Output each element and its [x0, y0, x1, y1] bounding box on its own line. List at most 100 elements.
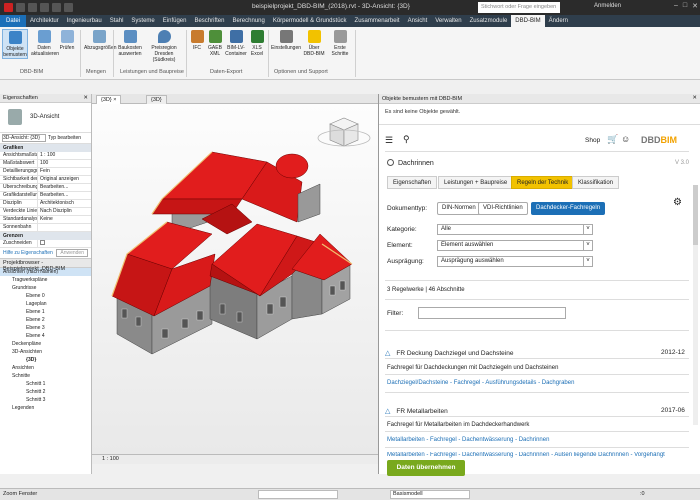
- tab-dbd-bim[interactable]: DBD-BIM: [511, 15, 545, 27]
- minimize-icon[interactable]: –: [674, 2, 678, 10]
- property-row[interactable]: Sonnenbahn: [0, 224, 91, 232]
- view-scale[interactable]: 1 : 100: [102, 456, 119, 462]
- close-icon[interactable]: ✕: [83, 95, 88, 101]
- quick-access-toolbar[interactable]: [0, 3, 73, 12]
- tab-beschriften[interactable]: Beschriften: [190, 15, 228, 27]
- property-row[interactable]: Verdeckte Linien Nach Disziplin: [0, 208, 91, 216]
- tab-stahl[interactable]: Stahl: [106, 15, 128, 27]
- tab-klassifikation[interactable]: Klassifikation: [572, 176, 620, 189]
- tab-koerpermodell[interactable]: Körpermodell & Grundstück: [269, 15, 351, 27]
- tree-item[interactable]: Ebene 3: [0, 324, 91, 332]
- design-option-select[interactable]: Basismodell: [390, 490, 470, 499]
- kategorie-select[interactable]: Alle ˅: [437, 224, 593, 235]
- view-cube[interactable]: [317, 117, 371, 147]
- tree-item[interactable]: Schnitt 1: [0, 380, 91, 388]
- property-value[interactable]: Fein: [38, 168, 91, 175]
- property-row[interactable]: Disziplin Architektonisch: [0, 200, 91, 208]
- app-menu-icon[interactable]: [4, 3, 13, 12]
- property-value[interactable]: Architektonisch: [38, 200, 91, 207]
- preisregion-button[interactable]: Preisregion Dresden (Südkreis): [146, 29, 182, 63]
- tree-item[interactable]: Lageplan: [0, 300, 91, 308]
- vdi-richtlinien-button[interactable]: VDI-Richtlinien: [478, 202, 528, 215]
- property-value[interactable]: Nach Disziplin: [38, 208, 91, 215]
- element-select[interactable]: Element auswählen ˅: [437, 240, 593, 251]
- section-bounds[interactable]: Grenzen: [0, 232, 91, 240]
- apply-button[interactable]: Anwenden: [56, 249, 88, 257]
- einstellungen-button[interactable]: Einstellungen: [271, 29, 301, 51]
- rule-section[interactable]: △ FR Metallarbeiten 2017-06: [385, 407, 695, 415]
- abzugsgroessen-button[interactable]: Abzugsgrößen: [84, 29, 117, 51]
- property-row[interactable]: Sichtbarkeit der TeileOriginal anzeigen: [0, 176, 91, 184]
- tree-item[interactable]: Schnitt 2: [0, 388, 91, 396]
- ueber-button[interactable]: Über DBD-BIM: [302, 29, 326, 57]
- open-icon[interactable]: [16, 3, 25, 12]
- tree-item[interactable]: 3D-Ansichten: [0, 348, 91, 356]
- tree-item[interactable]: Ebene 2: [0, 316, 91, 324]
- tree-item[interactable]: Tragwerkspläne: [0, 276, 91, 284]
- property-row[interactable]: Maßstabswert 100: [0, 160, 91, 168]
- type-selector[interactable]: 3D-Ansicht: [0, 103, 91, 133]
- property-value[interactable]: 1 : 100: [38, 152, 91, 159]
- scrollbar-thumb[interactable]: [693, 185, 698, 245]
- baukosten-button[interactable]: Baukosten auswerten: [116, 29, 144, 57]
- bim-lv-button[interactable]: BIM-LV-Container: [224, 29, 248, 57]
- dachdecker-fachregeln-button[interactable]: Dachdecker-Fachregeln: [531, 202, 606, 215]
- property-row[interactable]: Standardanalyse Keine: [0, 216, 91, 224]
- property-value[interactable]: Keine: [38, 216, 91, 223]
- view-select[interactable]: 3D-Ansicht: {3D}: [2, 134, 46, 142]
- redo-icon[interactable]: [52, 3, 61, 12]
- save-icon[interactable]: [28, 3, 37, 12]
- auspraegung-select[interactable]: Ausprägung auswählen ˅: [437, 256, 593, 267]
- erste-schritte-button[interactable]: Erste Schritte: [328, 29, 352, 57]
- building-model[interactable]: [92, 104, 378, 454]
- tree-item[interactable]: {3D}: [0, 356, 91, 364]
- tab-aendern[interactable]: Ändern: [545, 15, 572, 27]
- section-graphics[interactable]: Grafiken: [0, 144, 91, 152]
- tab-zusammenarbeit[interactable]: Zusammenarbeit: [351, 15, 404, 27]
- tree-item[interactable]: Schnitte: [0, 372, 91, 380]
- tab-berechnung[interactable]: Berechnung: [228, 15, 268, 27]
- maximize-icon[interactable]: □: [683, 2, 687, 10]
- property-row[interactable]: Zuschneiden: [0, 240, 91, 248]
- expand-triangle-icon[interactable]: △: [385, 350, 390, 357]
- pruefen-button[interactable]: Prüfen: [54, 29, 80, 51]
- shop-link[interactable]: Shop: [585, 137, 600, 144]
- close-icon[interactable]: ✕: [692, 95, 697, 101]
- user-icon[interactable]: ☺: [621, 134, 630, 144]
- ifc-button[interactable]: IFC: [188, 29, 206, 51]
- search-input[interactable]: Stichwort oder Frage eingeben: [478, 2, 560, 13]
- search-icon[interactable]: ⚲: [403, 134, 410, 145]
- tab-file[interactable]: Datei: [0, 15, 27, 27]
- tab-leistungen[interactable]: Leistungen + Baupreise: [438, 176, 514, 189]
- tab-zusatzmodule[interactable]: Zusatzmodule: [466, 15, 512, 27]
- tree-item[interactable]: Ebene 4: [0, 332, 91, 340]
- property-value[interactable]: [38, 224, 91, 231]
- tab-architektur[interactable]: Architektur: [26, 15, 63, 27]
- rule-section[interactable]: △ FR Deckung Dachziegel und Dachsteine 201…: [385, 349, 695, 357]
- edit-button[interactable]: Bearbeiten...: [38, 184, 91, 191]
- checkbox[interactable]: [40, 240, 45, 245]
- tree-item[interactable]: Ebene 1: [0, 308, 91, 316]
- print-icon[interactable]: [64, 3, 73, 12]
- close-icon[interactable]: ✕: [692, 2, 698, 10]
- tab-regeln[interactable]: Regeln der Technik: [511, 176, 575, 189]
- din-normen-button[interactable]: DIN-Normen: [437, 202, 481, 215]
- workset-select[interactable]: [258, 490, 338, 499]
- expand-triangle-icon[interactable]: △: [385, 408, 390, 415]
- menu-icon[interactable]: ☰: [385, 135, 393, 146]
- close-icon[interactable]: ×: [113, 97, 116, 103]
- tree-item[interactable]: Deckenpläne: [0, 340, 91, 348]
- tab-ansicht[interactable]: Ansicht: [404, 15, 432, 27]
- property-row[interactable]: ÜberschreibungenBearbeiten...: [0, 184, 91, 192]
- tree-item[interactable]: Ansichten: [0, 364, 91, 372]
- tree-item[interactable]: Schnitt 3: [0, 396, 91, 404]
- excel-button[interactable]: XLS Excel: [248, 29, 266, 57]
- accept-data-button[interactable]: Daten übernehmen: [387, 460, 465, 476]
- cart-icon[interactable]: 🛒: [607, 134, 618, 145]
- edit-button[interactable]: Bearbeiten...: [38, 192, 91, 199]
- tree-item[interactable]: Ebene 0: [0, 292, 91, 300]
- filter-input[interactable]: [418, 307, 566, 319]
- tab-systeme[interactable]: Systeme: [127, 15, 158, 27]
- tab-verwalten[interactable]: Verwalten: [431, 15, 465, 27]
- sign-in-link[interactable]: Anmelden: [594, 3, 621, 9]
